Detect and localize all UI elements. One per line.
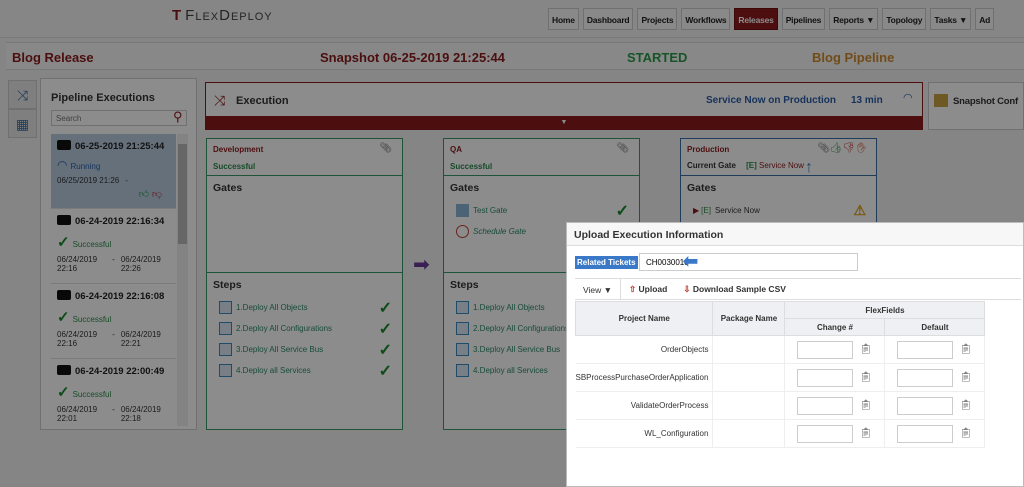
project-name: OrderObjects bbox=[575, 335, 714, 364]
project-name: WL_Configuration bbox=[575, 419, 714, 448]
related-tickets-label: Related Tickets bbox=[575, 256, 638, 269]
default-input[interactable] bbox=[897, 368, 954, 387]
clipboard-icon[interactable]: 📋︎ bbox=[959, 428, 972, 439]
change-input[interactable] bbox=[797, 368, 854, 387]
view-menu[interactable]: View ▼ bbox=[575, 279, 622, 299]
download-icon: ⇩ bbox=[683, 283, 691, 294]
default-input[interactable] bbox=[897, 424, 954, 443]
table-row: SBProcessPurchaseOrderApplication 📋︎ 📋︎ bbox=[575, 363, 986, 392]
col-change: Change # bbox=[784, 318, 886, 336]
upload-execution-dialog: Upload Execution Information Related Tic… bbox=[566, 222, 1024, 487]
change-input[interactable] bbox=[797, 424, 854, 443]
upload-label: Upload bbox=[638, 283, 668, 294]
table-row: ValidateOrderProcess 📋︎ 📋︎ bbox=[575, 391, 986, 420]
col-project: Project Name bbox=[574, 301, 714, 336]
table-row: WL_Configuration 📋︎ 📋︎ bbox=[575, 419, 986, 448]
related-tickets-input[interactable] bbox=[639, 253, 858, 271]
project-name: ValidateOrderProcess bbox=[575, 391, 714, 420]
clipboard-icon[interactable]: 📋︎ bbox=[959, 372, 972, 383]
table-row: OrderObjects 📋︎ 📋︎ bbox=[575, 335, 986, 364]
arrow-left-icon: ⬅ bbox=[683, 251, 699, 271]
col-default: Default bbox=[884, 318, 986, 336]
clipboard-icon[interactable]: 📋︎ bbox=[959, 344, 972, 355]
clipboard-icon[interactable]: 📋︎ bbox=[859, 372, 872, 383]
upload-icon: ⇧ bbox=[629, 283, 637, 294]
project-name: SBProcessPurchaseOrderApplication bbox=[575, 363, 714, 392]
change-input[interactable] bbox=[797, 340, 854, 359]
default-input[interactable] bbox=[897, 396, 954, 415]
upload-button[interactable]: ⇧ Upload bbox=[621, 284, 675, 295]
clipboard-icon[interactable]: 📋︎ bbox=[859, 344, 872, 355]
flexfields-table: Project Name Package Name FlexFields Chang… bbox=[574, 301, 986, 448]
clipboard-icon[interactable]: 📋︎ bbox=[859, 400, 872, 411]
download-csv-button[interactable]: ⇩ Download Sample CSV bbox=[675, 284, 794, 295]
col-flexfields: FlexFields bbox=[784, 301, 986, 319]
clipboard-icon[interactable]: 📋︎ bbox=[959, 400, 972, 411]
default-input[interactable] bbox=[897, 340, 954, 359]
change-input[interactable] bbox=[797, 396, 854, 415]
dialog-toolbar: View ▼ ⇧ Upload ⇩ Download Sample CSV bbox=[575, 278, 1021, 300]
download-label: Download Sample CSV bbox=[692, 283, 786, 294]
dialog-title: Upload Execution Information bbox=[567, 223, 1023, 246]
clipboard-icon[interactable]: 📋︎ bbox=[859, 428, 872, 439]
col-package: Package Name bbox=[712, 301, 786, 336]
